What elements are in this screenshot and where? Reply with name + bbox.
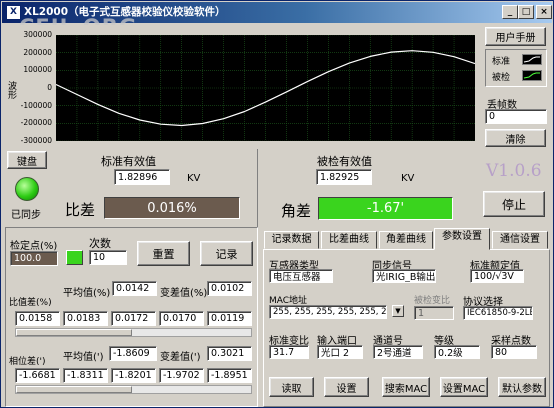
divider	[257, 149, 258, 229]
y-tick-label: 0	[47, 83, 52, 92]
angle-var-value: 0.3021	[207, 346, 252, 361]
tab-record-data[interactable]: 记录数据	[264, 231, 319, 249]
y-tick-label: -300000	[20, 136, 52, 145]
protocol-select[interactable]: IEC61850-9-2LE	[463, 306, 533, 320]
set-mac-button[interactable]: 设置MAC	[440, 377, 488, 397]
count-input[interactable]: 10	[89, 250, 127, 265]
check-point-label: 检定点(%)	[10, 241, 58, 252]
sync-signal-select[interactable]: 光IRIG_B输出	[372, 269, 436, 283]
record-button[interactable]: 记录	[200, 241, 253, 266]
samples-select[interactable]: 80	[491, 345, 537, 359]
read-button[interactable]: 读取	[269, 377, 314, 397]
sync-label: 已同步	[11, 210, 41, 221]
maximize-button[interactable]: □	[518, 5, 534, 19]
y-tick-label: -100000	[20, 100, 52, 110]
ratio-error-cell: 0.0183	[63, 311, 108, 326]
angle-var-label: 变差值(')	[160, 352, 201, 363]
tab-angle-curve[interactable]: 角差曲线	[379, 231, 433, 249]
mac-address-input[interactable]: 255, 255, 255, 255, 255, 255	[269, 305, 387, 319]
ratio-errors-label: 比值差(%)	[9, 298, 52, 308]
tab-ratio-curve[interactable]: 比差曲线	[321, 231, 377, 249]
angle-errors-scrollbar[interactable]	[15, 385, 252, 394]
check-point-value[interactable]: 100.0	[10, 251, 58, 266]
y-tick-label: -200000	[20, 118, 52, 128]
ratio-error-cell: 0.0170	[159, 311, 204, 326]
channel-select[interactable]: 2号通道	[373, 345, 423, 359]
ratio-avg-value: 0.0142	[112, 281, 157, 296]
ratio-errors-scrollbar[interactable]	[15, 328, 252, 337]
angle-error-cell: -1.8201	[111, 368, 156, 383]
main-window: X XL2000（电子式互感器校验仪校验软件） _ □ × CFJL.ORG 波…	[0, 0, 554, 408]
default-params-button[interactable]: 默认参数	[498, 377, 546, 397]
angle-errors-label: 相位差(')	[9, 357, 46, 367]
level-select[interactable]: 0.2级	[434, 345, 480, 359]
legend-box: 标准 被检	[485, 49, 547, 87]
ratio-error-label: 比差	[65, 201, 96, 219]
test-ratio-label: 被检变比	[414, 296, 451, 306]
ratio-var-value: 0.0102	[207, 281, 252, 296]
ratio-error-value: 0.016%	[104, 197, 240, 219]
angle-error-cell: -1.8951	[207, 368, 252, 383]
count-label: 次数	[89, 237, 111, 250]
reset-button[interactable]: 重置	[137, 241, 190, 266]
std-rms-unit: KV	[187, 173, 201, 184]
y-tick-label: 200000	[23, 47, 52, 57]
std-rms-label: 标准有效值	[101, 155, 156, 168]
clear-button[interactable]: 清除	[485, 129, 546, 147]
mac-dropdown-button[interactable]: ▼	[392, 305, 404, 317]
angle-avg-value: -1.8609	[109, 346, 157, 361]
minimize-button[interactable]: _	[502, 5, 518, 19]
input-port-select[interactable]: 光口 2	[317, 345, 363, 359]
legend-std-label: 标准	[492, 57, 511, 67]
waveform-svg	[55, 34, 476, 142]
ratio-error-cell: 0.0172	[111, 311, 156, 326]
version-label: V1.0.6	[486, 161, 542, 181]
y-tick-label: 300000	[23, 30, 52, 39]
user-manual-button[interactable]: 用户手册	[485, 27, 546, 46]
stop-button[interactable]: 停止	[483, 191, 545, 217]
angle-error-value: -1.67'	[318, 197, 453, 220]
ratio-error-cell: 0.0158	[15, 311, 60, 326]
test-ratio-input[interactable]: 1	[414, 306, 454, 320]
set-button[interactable]: 设置	[324, 377, 369, 397]
test-rms-unit: KV	[401, 173, 415, 184]
tab-parameter-settings[interactable]: 参数设置	[434, 228, 490, 250]
y-axis-label: 波形	[6, 81, 16, 99]
legend-test-swatch	[522, 70, 542, 81]
angle-error-cell: -1.9702	[159, 368, 204, 383]
angle-error-cell: -1.8311	[63, 368, 108, 383]
std-rms-value: 1.82896	[114, 169, 170, 185]
test-rms-label: 被检有效值	[317, 155, 372, 168]
tab-comm-settings[interactable]: 通信设置	[492, 231, 548, 249]
legend-test-label: 被检	[492, 73, 511, 83]
sync-led	[15, 177, 39, 201]
status-indicator	[66, 250, 83, 265]
search-mac-button[interactable]: 搜索MAC	[382, 377, 430, 397]
angle-error-label: 角差	[281, 202, 312, 220]
ratio-error-cell: 0.0119	[207, 311, 252, 326]
std-ratio-input[interactable]: 31.7	[269, 345, 309, 359]
ratio-avg-label: 平均值(%)	[63, 288, 111, 299]
ct-type-select[interactable]: 电压互感器	[269, 269, 333, 283]
legend-std-swatch	[522, 54, 542, 65]
angle-error-cell: -1.6681	[15, 368, 60, 383]
angle-avg-label: 平均值(')	[63, 352, 104, 363]
ratio-var-label: 变差值(%)	[160, 288, 208, 299]
keyboard-button[interactable]: 键盘	[7, 151, 47, 169]
close-button[interactable]: ×	[536, 5, 552, 19]
lost-frames-value: 0	[485, 109, 547, 124]
waveform-plot[interactable]	[55, 34, 476, 142]
test-rms-value: 1.82925	[316, 169, 372, 185]
rated-value-select[interactable]: 100/√3V	[470, 269, 524, 283]
y-tick-label: 100000	[23, 65, 52, 75]
